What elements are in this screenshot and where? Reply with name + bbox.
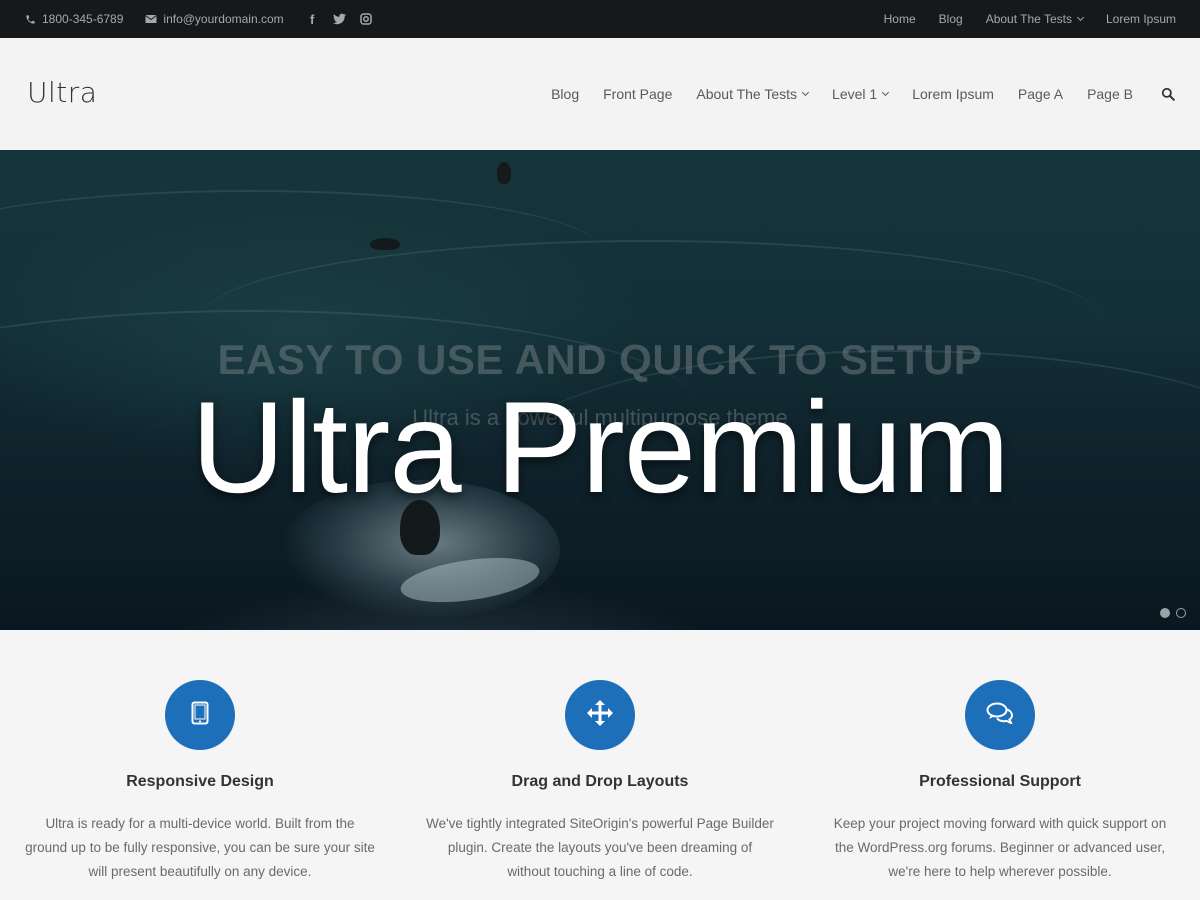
email-contact[interactable]: info@yourdomain.com (145, 12, 284, 26)
phone-contact[interactable]: 1800-345-6789 (24, 12, 123, 26)
nav-label: Lorem Ipsum (912, 86, 994, 102)
envelope-icon (145, 13, 158, 25)
feature-title: Professional Support (919, 773, 1081, 790)
topnav-blog[interactable]: Blog (939, 12, 963, 26)
feature-title: Drag and Drop Layouts (511, 773, 689, 790)
feature-title: Responsive Design (126, 773, 274, 790)
site-header: Ultra Blog Front Page About The Tests Le… (0, 38, 1200, 150)
phone-icon (24, 13, 36, 25)
feature-responsive-design: Responsive Design Ultra is ready for a m… (0, 630, 400, 900)
nav-item-about-the-tests[interactable]: About The Tests (696, 86, 810, 102)
move-arrows-icon (586, 699, 614, 732)
slider-pagination (1160, 608, 1186, 618)
nav-item-level-1[interactable]: Level 1 (832, 86, 890, 102)
nav-label: Page B (1087, 86, 1133, 102)
topnav-label: Home (883, 12, 916, 26)
chevron-down-icon (802, 88, 810, 97)
chevron-down-icon (1076, 13, 1085, 22)
twitter-icon[interactable] (332, 13, 346, 26)
email-address: info@yourdomain.com (163, 12, 284, 26)
feature-text: Keep your project moving forward with qu… (833, 816, 1167, 879)
nav-item-page-a[interactable]: Page A (1018, 86, 1063, 102)
slider-dot[interactable] (1176, 608, 1186, 618)
slider-dot[interactable] (1160, 608, 1170, 618)
topnav-home[interactable]: Home (884, 12, 916, 26)
feature-icon-circle (965, 680, 1035, 750)
nav-label: About The Tests (696, 86, 798, 102)
topnav-about-the-tests[interactable]: About The Tests (985, 12, 1085, 26)
nav-label: Blog (551, 86, 580, 102)
topnav-lorem-ipsum[interactable]: Lorem Ipsum (1106, 12, 1176, 26)
nav-item-page-b[interactable]: Page B (1087, 86, 1133, 102)
social-links: f (306, 12, 373, 27)
feature-icon-circle (165, 680, 235, 750)
top-bar-contact: 1800-345-6789 info@yourdomain.com f (24, 0, 373, 38)
surfer (497, 162, 511, 184)
nav-item-blog[interactable]: Blog (551, 86, 579, 102)
chat-bubbles-icon (986, 702, 1014, 729)
nav-item-front-page[interactable]: Front Page (603, 86, 672, 102)
topnav-label: Lorem Ipsum (1105, 12, 1176, 26)
nav-label: Page A (1017, 86, 1064, 102)
nav-label: Level 1 (832, 86, 878, 102)
topnav-label: Blog (938, 12, 963, 26)
top-bar-nav: Home Blog About The Tests Lorem Ipsum (861, 0, 1176, 38)
search-icon[interactable] (1161, 87, 1175, 101)
features-section: Responsive Design Ultra is ready for a m… (0, 630, 1200, 900)
overlay-title: Ultra Premium (191, 374, 1010, 520)
feature-professional-support: Professional Support Keep your project m… (800, 630, 1200, 900)
hero-slider[interactable]: EASY TO USE AND QUICK TO SETUP Ultra is … (0, 150, 1200, 630)
surfer (370, 238, 400, 250)
facebook-icon[interactable]: f (306, 12, 319, 27)
feature-text: Ultra is ready for a multi-device world.… (25, 816, 375, 879)
feature-icon-circle (565, 680, 635, 750)
chevron-down-icon (882, 88, 890, 97)
site-logo[interactable]: Ultra (27, 76, 97, 109)
feature-text: We've tightly integrated SiteOrigin's po… (426, 816, 774, 879)
topnav-label: About The Tests (985, 12, 1072, 26)
top-bar: 1800-345-6789 info@yourdomain.com f Home… (0, 0, 1200, 38)
nav-item-lorem-ipsum[interactable]: Lorem Ipsum (912, 86, 994, 102)
feature-drag-and-drop: Drag and Drop Layouts We've tightly inte… (400, 630, 800, 900)
tablet-icon (191, 701, 209, 730)
nav-label: Front Page (603, 86, 673, 102)
phone-number: 1800-345-6789 (42, 12, 124, 26)
main-nav: Blog Front Page About The Tests Level 1 … (527, 38, 1175, 150)
instagram-icon[interactable] (360, 13, 373, 26)
